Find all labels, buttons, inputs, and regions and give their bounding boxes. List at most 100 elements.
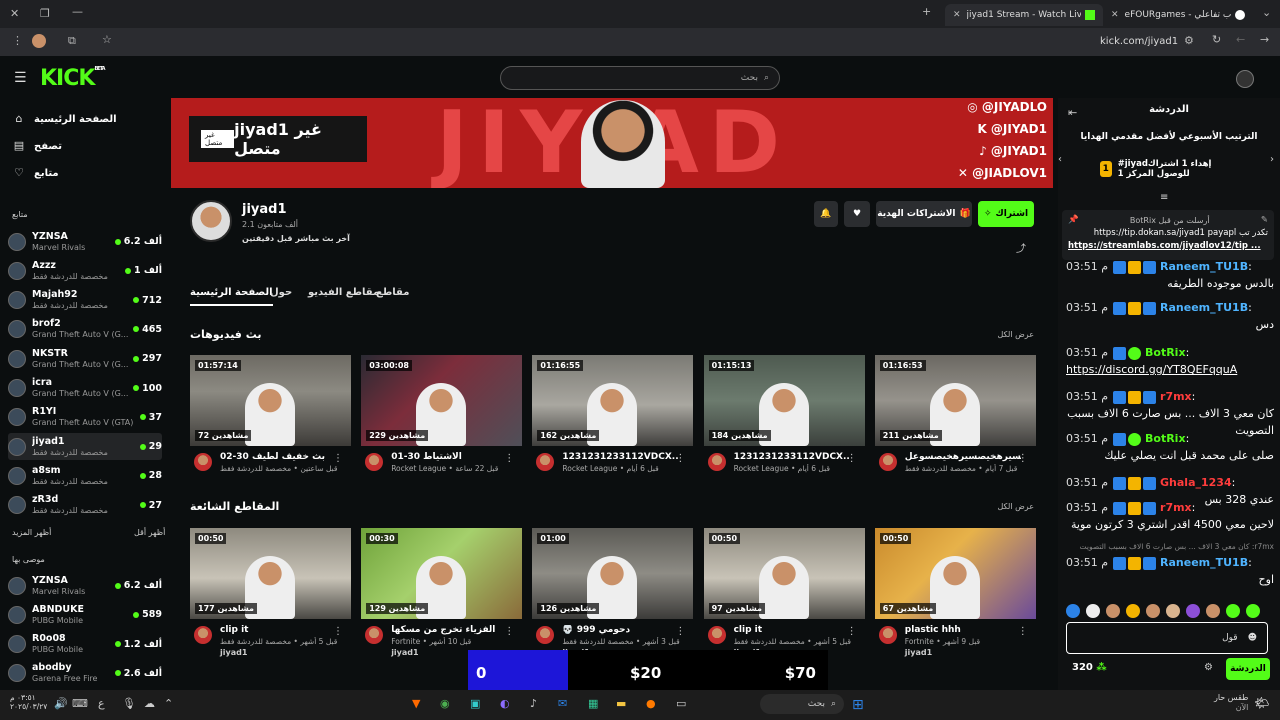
language-indicator[interactable]: ع — [98, 697, 105, 710]
follow-heart-button[interactable]: ♥ — [844, 201, 870, 227]
sidebar-channel-azzz[interactable]: Azzz مخصصة للدردشة فقط 1 ألف — [8, 257, 162, 284]
card-user[interactable]: jiyad1 — [905, 648, 932, 657]
firefox-icon[interactable]: ● — [646, 697, 656, 710]
site-settings-icon[interactable]: ⚙ — [1184, 34, 1194, 47]
pinned-link-1[interactable]: تكدر تب https://tip.dokan.sa/jiyad1 paya… — [1068, 227, 1268, 240]
thumbnail[interactable]: 00:30 129 مشاهدين — [361, 528, 523, 619]
close-tab-icon[interactable]: ✕ — [1111, 10, 1119, 20]
sidebar-channel-yznsa[interactable]: YZNSA Marvel Rivals 6.2 ألف — [8, 572, 162, 599]
avatar[interactable] — [536, 626, 555, 644]
nav-home[interactable]: ⌂ الصفحة الرئيسية — [12, 110, 162, 128]
tab-search-icon[interactable]: ⌄ — [1262, 6, 1271, 19]
more-options-icon[interactable]: ⋮ — [1018, 453, 1028, 464]
leaderboard-next-icon[interactable]: › — [1270, 154, 1274, 165]
nav-browse[interactable]: ▤ تصفح — [12, 137, 162, 155]
new-tab-icon[interactable]: + — [922, 5, 931, 18]
message-username[interactable]: Raneem_TU1B — [1160, 260, 1248, 273]
card-title[interactable]: clip it — [220, 625, 336, 635]
card-title[interactable]: 1231231233112VDCX... — [562, 452, 678, 462]
emote-icon[interactable] — [1206, 604, 1220, 618]
emote-icon[interactable] — [1066, 604, 1080, 618]
bookmark-star-icon[interactable]: ☆ — [102, 33, 112, 46]
sidebar-channel-icra[interactable]: icra Grand Theft Auto V (G... 100 — [8, 375, 162, 402]
wifi-icon[interactable]: ⌨ — [72, 697, 88, 710]
close-tab-icon[interactable]: ✕ — [953, 10, 961, 20]
sidebar-channel-brof2[interactable]: brof2 Grand Theft Auto V (G... 465 — [8, 316, 162, 343]
more-options-icon[interactable]: ⋮ — [333, 626, 343, 637]
thumbnail[interactable]: 00:50 97 مشاهدين — [703, 528, 865, 619]
sidebar-channel-yznsa[interactable]: YZNSA Marvel Rivals 6.2 ألف — [8, 228, 162, 255]
message-username[interactable]: r7mx — [1160, 390, 1192, 403]
thumbnail[interactable]: 01:57:14 72 مشاهدين — [190, 355, 351, 446]
tab-clips[interactable]: مقاطع — [376, 287, 409, 298]
more-options-icon[interactable]: ⋮ — [675, 453, 685, 464]
avatar[interactable] — [365, 626, 384, 644]
share-icon[interactable]: ⤴ — [1016, 240, 1026, 255]
menu-dots-icon[interactable]: ⋮ — [12, 34, 23, 47]
cloud-icon[interactable]: ☁ — [144, 697, 155, 710]
emote-icon[interactable] — [1166, 604, 1180, 618]
outlook-icon[interactable]: ✉ — [558, 697, 567, 710]
emote-icon[interactable] — [1146, 604, 1160, 618]
sidebar-channel-abnduke[interactable]: ABNDUKE PUBG Mobile 589 — [8, 601, 162, 628]
thumbnail[interactable]: 01:16:55 162 مشاهدين — [532, 355, 694, 446]
more-options-icon[interactable]: ⋮ — [675, 626, 685, 637]
avatar[interactable] — [878, 626, 897, 644]
tray-expand-icon[interactable]: ⌃ — [164, 697, 173, 710]
emote-icon[interactable] — [1226, 604, 1240, 618]
message-username[interactable]: Raneem_TU1B — [1160, 301, 1248, 314]
sidebar-channel-jiyad1[interactable]: jiyad1 مخصصة للدردشة فقط 29 — [8, 433, 162, 461]
pinned-message[interactable]: 📌 BotRix أرسلت من قبل ✎ تكدر تب https://… — [1062, 210, 1274, 260]
thumbnail[interactable]: 03:00:08 229 مشاهدين — [361, 355, 523, 446]
clock[interactable]: ٠٣:٥١ م ٢٠٢٥/٠٣/٢٧ — [10, 693, 47, 711]
sidebar-channel-zr3d[interactable]: zR3d مخصصة للدردشة فقط 27 — [8, 492, 162, 519]
tab-efourgames[interactable]: ✕ eFOURgames - ألعاب تفاعلي — [1103, 4, 1253, 26]
notification-bell-button[interactable]: 🔔 — [814, 201, 838, 227]
message-username[interactable]: Raneem_TU1B — [1160, 556, 1248, 569]
emote-icon[interactable] — [1186, 604, 1200, 618]
send-chat-button[interactable]: الدردشة — [1226, 658, 1270, 680]
sidebar-channel-a8sm[interactable]: a8sm مخصصة للدردشة فقط 28 — [8, 462, 162, 489]
channel-avatar[interactable] — [190, 200, 232, 242]
chrome-icon[interactable]: ◉ — [440, 697, 450, 710]
card-title[interactable]: 1231231233112VDCX... — [734, 452, 850, 462]
tiktok-icon[interactable]: ♪ — [530, 697, 537, 710]
card-title[interactable]: clip it — [734, 625, 850, 635]
emote-icon[interactable] — [1086, 604, 1100, 618]
back-icon[interactable]: → — [1260, 33, 1269, 46]
show-more-link[interactable]: أظهر المزيد — [12, 528, 51, 537]
avatar[interactable] — [878, 453, 897, 471]
thumbnail[interactable]: 01:00 126 مشاهدين — [532, 528, 694, 619]
sidebar-channel-r1yi[interactable]: R1YI Grand Theft Auto V (GTA) 37 — [8, 404, 162, 431]
windows-start-icon[interactable]: ⊞ — [852, 697, 864, 713]
discord-icon[interactable]: ◐ — [500, 697, 510, 710]
nav-following[interactable]: ♡ متابع — [12, 164, 162, 182]
gift-subs-button[interactable]: الاشتراكات الهدية 🎁 — [876, 201, 972, 227]
url-text[interactable]: kick.com/jiyad1 — [1100, 36, 1178, 47]
sidebar-channel-abodby[interactable]: abodby Garena Free Fire 2.6 ألف — [8, 660, 162, 687]
avatar[interactable] — [707, 626, 726, 644]
hamburger-menu-icon[interactable]: ☰ — [14, 70, 27, 86]
pinned-link-2[interactable]: https://streamlabs.com/jiyadlov12/tip ..… — [1068, 240, 1268, 253]
more-options-icon[interactable]: ⋮ — [1018, 626, 1028, 637]
emote-icon[interactable] — [1106, 604, 1120, 618]
message-username[interactable]: BotRix — [1145, 346, 1186, 359]
more-options-icon[interactable]: ⋮ — [504, 453, 514, 464]
clips-show-all[interactable]: عرض الكل — [997, 502, 1034, 511]
tab-about[interactable]: حول — [270, 287, 292, 298]
card-user[interactable]: jiyad1 — [391, 648, 418, 657]
clip-card[interactable]: 00:50 177 مشاهدين clip it قبل 5 أشهر • مخصص… — [190, 528, 351, 657]
brave-icon[interactable]: ▼ — [412, 697, 420, 710]
more-options-icon[interactable]: ⋮ — [333, 453, 343, 464]
leaderboard-prev-icon[interactable]: ‹ — [1058, 154, 1062, 165]
video-card[interactable]: 03:00:08 229 مشاهدين الاشتياط 30-01 Rocket … — [361, 355, 523, 483]
emoji-icon[interactable]: ☻ — [1248, 633, 1257, 643]
card-title[interactable]: بث خفيف لطيف 30-02 — [220, 452, 336, 462]
minimize-window-icon[interactable]: — — [72, 5, 83, 18]
tab-home[interactable]: الصفحة الرئيسية — [190, 287, 273, 306]
sidebar-channel-nkstr[interactable]: NKSTR Grand Theft Auto V (G... 297 — [8, 345, 162, 372]
tab-kick[interactable]: ✕ jiyad1 Stream - Watch Live on Ki — [945, 4, 1103, 26]
emote-icon[interactable] — [1246, 604, 1260, 618]
taskbar-search[interactable]: ⌕ بحث — [760, 694, 844, 714]
more-options-icon[interactable]: ⋮ — [847, 626, 857, 637]
